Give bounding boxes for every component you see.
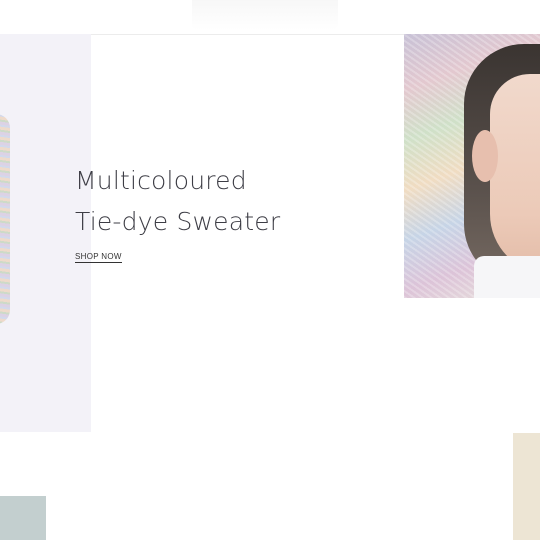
model-ear	[472, 130, 498, 182]
bottom-left-product-tile[interactable]	[0, 496, 46, 540]
hero-text-block: Multicoloured Tie-dye Sweater SHOP NOW	[75, 160, 375, 264]
hero-title-line-1: Multicoloured	[75, 166, 247, 195]
hero-title-line-2: Tie-dye Sweater	[75, 207, 281, 236]
model-photo[interactable]	[404, 34, 540, 298]
model-collar	[474, 256, 540, 298]
bottom-right-product-tile[interactable]	[513, 433, 540, 540]
sweater-product-image	[0, 114, 10, 324]
model-face	[490, 74, 540, 274]
shop-now-link[interactable]: SHOP NOW	[75, 252, 122, 263]
top-header-bar	[0, 0, 540, 35]
header-center-area	[192, 0, 338, 30]
hero-title: Multicoloured Tie-dye Sweater	[75, 160, 375, 242]
